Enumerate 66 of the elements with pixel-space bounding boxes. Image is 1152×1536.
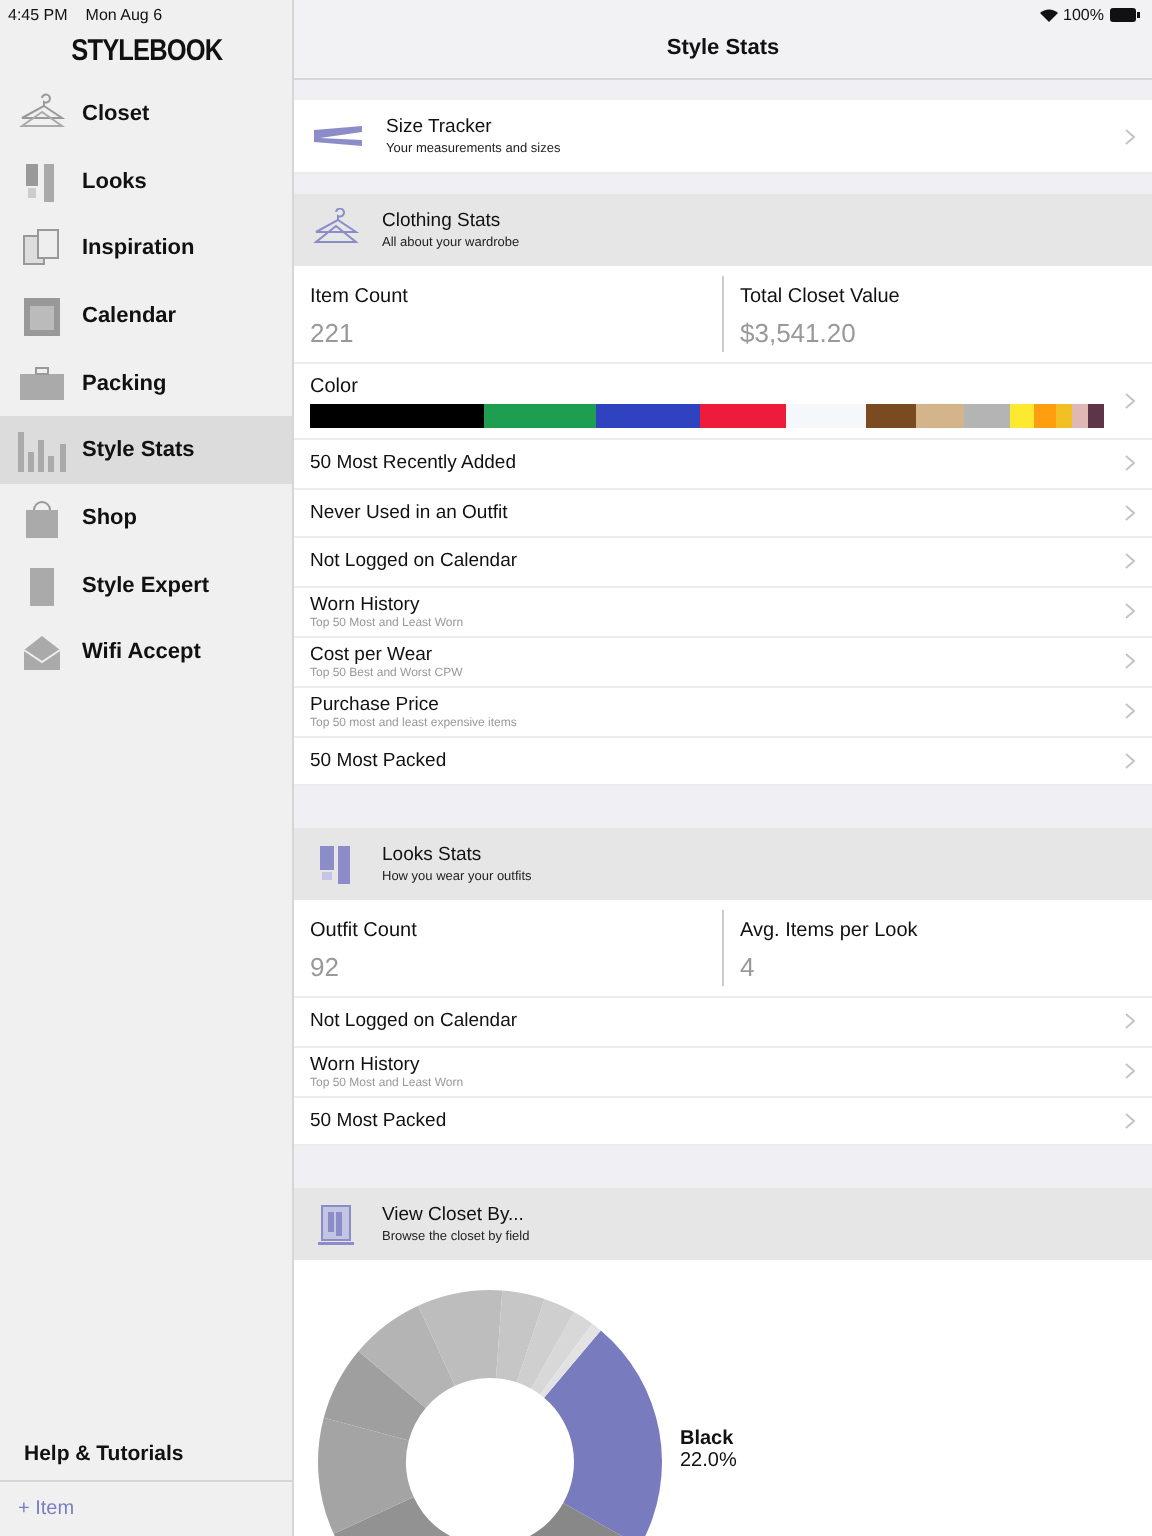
list-row[interactable]: Not Logged on Calendar xyxy=(294,538,1152,587)
help-link[interactable]: Help & Tutorials xyxy=(0,1442,292,1480)
section-title: Looks Stats xyxy=(382,844,484,866)
row-title: Cost per Wear xyxy=(310,643,435,665)
chevron-icon xyxy=(1124,392,1136,410)
chevron-icon xyxy=(1124,1012,1136,1031)
stat-value: 92 xyxy=(310,952,341,982)
stat-label: Total Closet Value xyxy=(740,286,902,308)
chevron-icon xyxy=(1124,652,1136,670)
chevron-icon xyxy=(1124,1062,1136,1080)
list-row[interactable]: 50 Most Packed xyxy=(294,737,1152,786)
chevron-icon xyxy=(1124,454,1136,473)
color-row[interactable]: Color xyxy=(294,364,1152,440)
donut-slice xyxy=(323,1351,426,1441)
row-title: 50 Most Packed xyxy=(310,1109,449,1132)
row-title: Color xyxy=(310,375,360,397)
battery-icon xyxy=(1110,7,1140,21)
row-title: Worn History xyxy=(310,593,422,615)
page-title: Style Stats xyxy=(666,36,780,60)
row-title: Not Logged on Calendar xyxy=(310,1010,520,1033)
chevron-icon xyxy=(1124,602,1136,620)
bar-chart-icon xyxy=(18,428,66,473)
row-title: Purchase Price xyxy=(310,693,441,715)
app-logo: STYLEBOOK xyxy=(70,34,222,68)
section-title: Clothing Stats xyxy=(382,210,503,232)
stat-value: 4 xyxy=(740,952,757,982)
stat-label: Item Count xyxy=(310,286,410,308)
row-title: Worn History xyxy=(310,1053,422,1075)
sidebar-item[interactable]: Closet xyxy=(0,80,292,148)
chevron-icon xyxy=(1124,503,1136,522)
slice-label: Black xyxy=(680,1428,736,1450)
sidebar-item[interactable]: Style Expert xyxy=(0,551,292,619)
list-row[interactable]: Not Logged on Calendar xyxy=(294,998,1152,1047)
stat-label: Avg. Items per Look xyxy=(740,920,920,942)
row-title: Never Used in an Outfit xyxy=(310,501,510,524)
row-title: Not Logged on Calendar xyxy=(310,550,520,573)
chevron-icon xyxy=(1124,552,1136,571)
sidebar-item[interactable]: Wifi Accept xyxy=(0,619,292,687)
stat-value: 221 xyxy=(310,318,356,348)
donut-slice xyxy=(358,1305,455,1408)
chevron-icon xyxy=(1124,751,1136,770)
status-time: 4:45 PM xyxy=(8,5,68,23)
chevron-icon xyxy=(1124,1111,1136,1130)
sidebar-item[interactable]: Style Stats xyxy=(0,416,292,485)
wifi-icon xyxy=(1039,7,1058,21)
list-row[interactable]: 50 Most Recently Added xyxy=(294,440,1152,489)
list-row[interactable]: Never Used in an Outfit xyxy=(294,489,1152,538)
sidebar-item[interactable]: Packing xyxy=(0,349,292,417)
status-date: Mon Aug 6 xyxy=(85,5,163,23)
list-row[interactable]: 50 Most Packed xyxy=(294,1097,1152,1146)
slice-percent: 22.0% xyxy=(680,1450,737,1472)
row-title: Size Tracker xyxy=(386,116,494,138)
row-title: 50 Most Recently Added xyxy=(310,452,518,475)
sidebar-item[interactable]: Calendar xyxy=(0,282,292,350)
sidebar-item[interactable]: Inspiration xyxy=(0,214,292,283)
envelope-icon xyxy=(18,630,66,675)
sidebar-item[interactable]: Looks xyxy=(0,147,292,215)
stat-value: $3,541.20 xyxy=(740,318,858,348)
sidebar-item[interactable]: Shop xyxy=(0,484,292,552)
suitcase-icon xyxy=(18,361,66,406)
chevron-icon xyxy=(1124,127,1136,145)
row-title: 50 Most Packed xyxy=(310,749,449,772)
battery-percent: 100% xyxy=(1063,5,1104,23)
chevron-icon xyxy=(1124,702,1136,720)
section-title: View Closet By... xyxy=(382,1204,526,1226)
stat-label: Outfit Count xyxy=(310,920,419,942)
